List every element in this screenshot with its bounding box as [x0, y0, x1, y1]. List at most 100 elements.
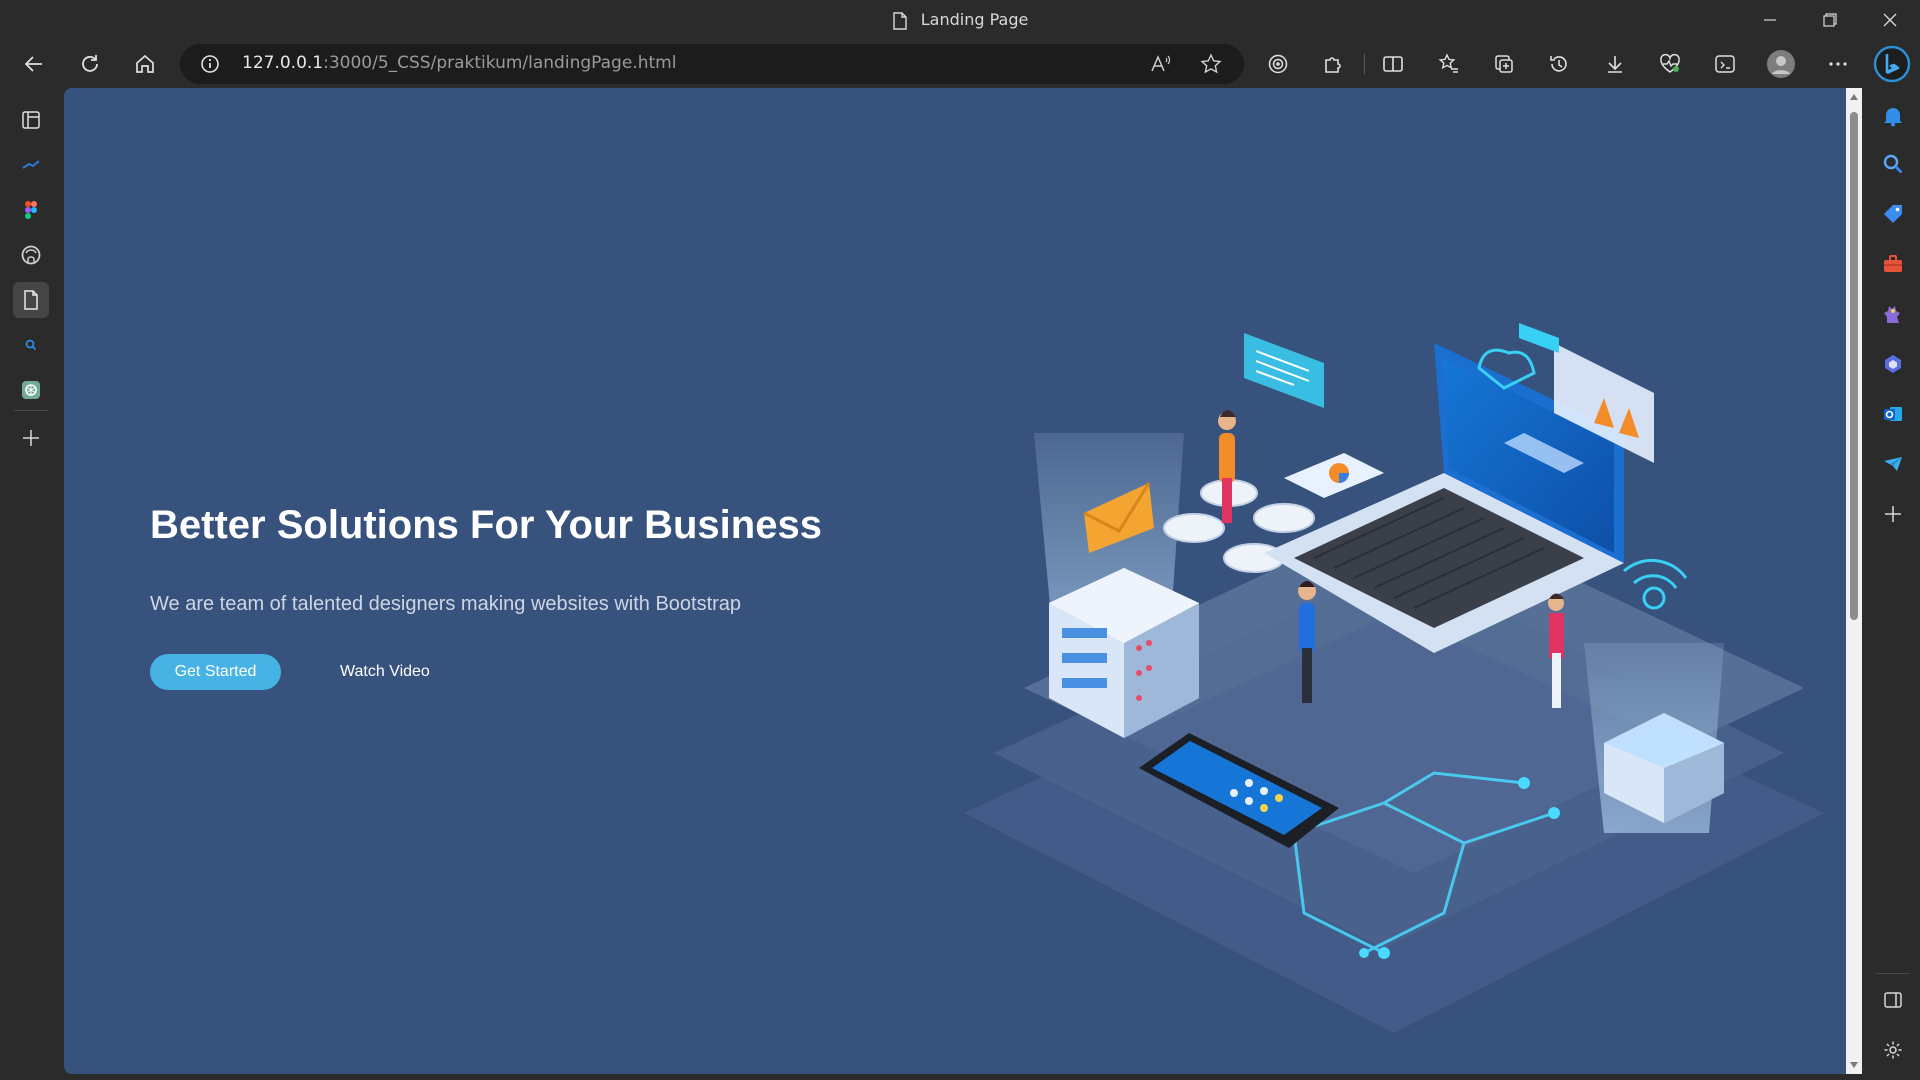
history-icon	[1550, 56, 1567, 72]
tools-icon	[1884, 255, 1902, 272]
settings-gear-icon	[1884, 1041, 1902, 1059]
tab-actions-button[interactable]	[13, 102, 49, 138]
add-sidebar-app-button[interactable]	[1875, 496, 1911, 532]
refresh-button[interactable]	[72, 46, 108, 82]
browser-toolbar: 127.0.0.1:3000/5_CSS/praktikum/landingPa…	[0, 40, 1920, 88]
address-bar[interactable]: 127.0.0.1:3000/5_CSS/praktikum/landingPa…	[180, 44, 1244, 84]
tracking-prevention-icon	[1268, 54, 1288, 74]
back-button[interactable]	[16, 46, 52, 82]
document-icon	[24, 290, 38, 310]
read-aloud-icon	[1151, 55, 1171, 72]
games-icon	[1884, 306, 1900, 323]
github-tab[interactable]	[13, 237, 49, 273]
extensions-icon	[1325, 57, 1341, 73]
more-options-icon	[1829, 62, 1847, 66]
window-title-text: Landing Page	[920, 10, 1029, 29]
figma-tab[interactable]	[13, 192, 49, 228]
profile-button[interactable]	[1763, 46, 1799, 82]
favorites-button[interactable]	[1431, 46, 1467, 82]
collections-icon	[1495, 55, 1513, 73]
shopping-tag-icon	[1884, 205, 1902, 223]
screenshot-button[interactable]	[1707, 46, 1743, 82]
favorite-star-icon	[1200, 53, 1222, 74]
microsoft365-icon	[1885, 355, 1901, 373]
hero-subtitle: We are team of talented designers making…	[150, 593, 742, 615]
downloads-button[interactable]	[1597, 46, 1633, 82]
add-icon	[1885, 506, 1901, 522]
chatgpt-tab[interactable]	[13, 372, 49, 408]
page-icon	[892, 11, 908, 30]
title-bar: Landing Page	[0, 0, 1920, 40]
telegram-button[interactable]	[1875, 446, 1911, 482]
close-icon	[1883, 13, 1897, 27]
sidebar-search-button[interactable]	[1875, 146, 1911, 182]
restore-icon	[1823, 13, 1837, 27]
favorite-button[interactable]	[1200, 53, 1222, 75]
url-text[interactable]: 127.0.0.1:3000/5_CSS/praktikum/landingPa…	[242, 53, 676, 73]
minimize-icon	[1764, 19, 1776, 21]
outlook-button[interactable]	[1875, 396, 1911, 432]
window-controls	[1740, 0, 1920, 40]
restore-button[interactable]	[1800, 0, 1860, 40]
isometric-tech-illustration	[964, 323, 1824, 1033]
search-icon	[1883, 154, 1903, 174]
tracking-prevention-button[interactable]	[1260, 46, 1296, 82]
performance-icon	[1660, 53, 1680, 73]
pinned-tab-1[interactable]	[13, 147, 49, 183]
toolbar-divider	[1364, 54, 1365, 74]
vertical-tabs-sidebar	[0, 88, 62, 1080]
sidebar-divider-right	[1876, 973, 1910, 974]
extensions-button[interactable]	[1315, 46, 1351, 82]
bing-chat-button[interactable]	[1872, 44, 1912, 84]
new-tab-button[interactable]	[13, 420, 49, 456]
more-options-button[interactable]	[1820, 46, 1856, 82]
bing-chat-icon	[1873, 45, 1911, 83]
sidebar-settings-button[interactable]	[1875, 1032, 1911, 1068]
scroll-up-arrow-icon[interactable]	[1850, 94, 1858, 100]
get-started-button[interactable]: Get Started	[150, 654, 281, 690]
site-info-icon	[201, 55, 219, 73]
split-screen-button[interactable]	[1375, 46, 1411, 82]
url-host: 127.0.0.1	[242, 53, 324, 73]
microsoft365-button[interactable]	[1875, 346, 1911, 382]
history-button[interactable]	[1541, 46, 1577, 82]
notifications-button[interactable]	[1875, 98, 1911, 134]
scrollbar-thumb[interactable]	[1850, 112, 1858, 620]
close-button[interactable]	[1860, 0, 1920, 40]
add-tab-icon	[23, 430, 39, 446]
performance-button[interactable]	[1652, 46, 1688, 82]
download-icon	[1608, 56, 1622, 73]
games-button[interactable]	[1875, 296, 1911, 332]
sidebar-divider	[14, 410, 48, 411]
back-arrow-icon	[24, 56, 42, 72]
sidebar-toggle-button[interactable]	[1875, 982, 1911, 1018]
github-icon	[21, 245, 41, 265]
search-tab-icon	[25, 339, 37, 351]
scroll-down-arrow-icon[interactable]	[1850, 1062, 1858, 1068]
search-tab[interactable]	[13, 327, 49, 363]
notifications-icon	[1884, 108, 1902, 127]
window-title: Landing Page	[0, 10, 1920, 30]
collections-button[interactable]	[1486, 46, 1522, 82]
home-icon	[136, 54, 154, 73]
document-tab-active[interactable]	[13, 282, 49, 318]
pinned-tab-icon	[22, 160, 40, 169]
hero-title: Better Solutions For Your Business	[150, 503, 822, 547]
tools-button[interactable]	[1875, 246, 1911, 282]
vertical-scrollbar[interactable]	[1846, 88, 1862, 1074]
watch-video-link[interactable]: Watch Video	[340, 654, 430, 690]
shopping-button[interactable]	[1875, 196, 1911, 232]
favorites-icon	[1438, 53, 1458, 73]
read-aloud-button[interactable]	[1150, 53, 1172, 75]
telegram-icon	[1884, 457, 1902, 471]
screenshot-icon	[1715, 55, 1735, 73]
edge-sidebar	[1866, 88, 1920, 1080]
minimize-button[interactable]	[1740, 0, 1800, 40]
figma-icon	[25, 201, 37, 219]
site-info-button[interactable]	[200, 54, 220, 74]
tab-actions-icon	[22, 111, 40, 129]
chatgpt-icon	[22, 381, 40, 399]
outlook-icon	[1884, 407, 1902, 421]
page-viewport: Better Solutions For Your Business We ar…	[64, 88, 1846, 1074]
home-button[interactable]	[127, 46, 163, 82]
